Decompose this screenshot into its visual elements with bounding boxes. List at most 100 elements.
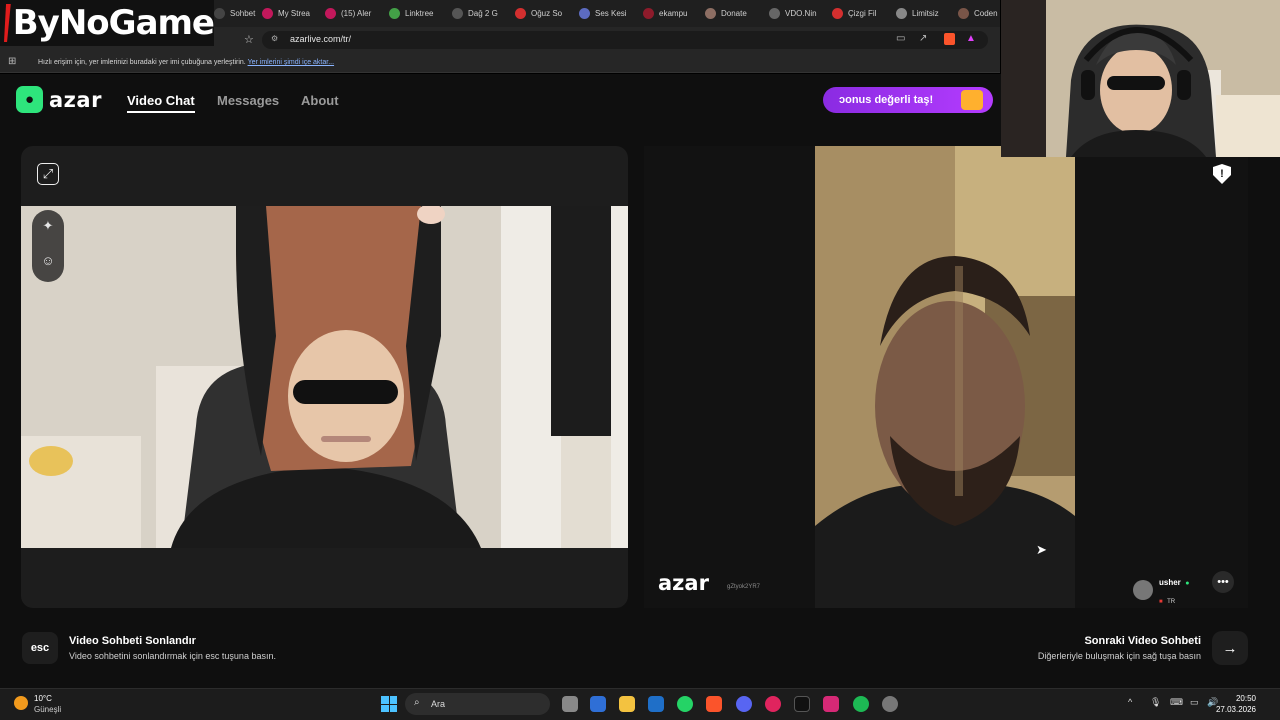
sticker-icon[interactable]: ☺ [36,248,60,272]
peer-video [815,146,1075,608]
chevron-up-icon[interactable]: ^ [1128,697,1132,707]
browser-tab[interactable]: Donate [705,4,763,23]
browser-tab[interactable]: VDO.Nin [769,4,827,23]
brave-rewards-icon[interactable]: ▲ [966,33,976,44]
self-video [21,206,628,548]
esc-key-button[interactable]: esc [22,632,58,664]
taskbar-search[interactable] [405,693,550,715]
streamer-webcam [1001,0,1280,157]
weather-temperature[interactable]: 10°C [34,694,52,703]
clock-date[interactable]: 27.03.2026 [1216,705,1256,714]
browser-tab[interactable]: Oğuz So [515,4,573,23]
app-icon-red[interactable] [765,696,781,712]
apps-grid-icon[interactable]: ⊞ [8,56,16,67]
browser-tab-label: My Strea [278,9,311,18]
azar-logo[interactable]: ● azar [16,86,102,113]
browser-tab[interactable]: Ses Kesi [579,4,637,23]
obs-icon[interactable] [882,696,898,712]
url-text: azarlive.com/tr/ [290,34,352,44]
voice-icon [579,8,590,19]
browser-tab-label: Codena [974,9,998,18]
peer-code: gZtyok2YR7 [727,584,761,590]
task-view-icon[interactable] [562,696,578,712]
instagram-icon[interactable] [823,696,839,712]
promo-text: ɔonus değerli taş! [839,94,934,106]
tab-icon [214,8,225,19]
browser-tab-label: VDO.Nin [785,9,817,18]
nav-active-underline [127,111,195,113]
logo-mark-icon [4,4,11,42]
microphone-icon[interactable]: 🎙 [1150,697,1161,708]
linktree-icon [389,8,400,19]
browser-tab-label: Donate [721,9,747,18]
browser-tab-label: ekampu [659,9,688,18]
kampus-icon [643,8,654,19]
browser-tab-label: Sohbet [230,9,256,18]
search-icon: ⌕ [414,697,420,708]
tiktok-icon[interactable] [794,696,810,712]
brave-shield-icon[interactable] [944,33,955,45]
end-chat-description: Video sohbetini sonlandırmak için esc tu… [69,651,276,661]
peer-profile-card[interactable]: usher ● ■ TR [1133,572,1189,608]
weather-sun-icon[interactable] [14,696,28,710]
browser-tab[interactable]: (15) Aler [325,4,383,23]
browser-tab[interactable]: Limitsiz [896,4,954,23]
mouse-cursor-icon: ➤ [1036,542,1047,557]
channel-logo: ByNoGame [0,0,215,46]
vdo-icon [769,8,780,19]
avatar [1133,580,1153,600]
turkey-flag-icon: ■ [1159,599,1163,605]
webcam-frame [1001,0,1280,157]
spotify-icon[interactable] [853,696,869,712]
browser-tab-label: Oğuz So [531,9,563,18]
site-settings-icon[interactable]: ⚙ [271,34,278,43]
url-field[interactable] [262,31,988,49]
display-icon[interactable]: ▭ [1190,697,1199,708]
store-icon[interactable] [590,696,606,712]
search-label: Ara [431,699,446,709]
nav-video-chat[interactable]: Video Chat [127,93,195,108]
magic-wand-icon[interactable]: ✦ [36,214,60,238]
alert-icon [325,8,336,19]
weather-description[interactable]: Güneşli [34,705,61,714]
gift-box-icon [961,90,983,110]
peer-info: usher ● ■ TR [1159,572,1189,608]
game-icon [452,8,463,19]
browser-tab[interactable]: Çizgi Fil [832,4,890,23]
brave-browser-icon[interactable] [706,696,722,712]
peer-video-frame [815,146,1075,608]
browser-tab[interactable]: ekampu [643,4,701,23]
clock-time[interactable]: 20:50 [1236,694,1256,703]
browser-tab-label: Dağ 2 G [468,9,498,18]
expand-icon[interactable]: ⤢ [37,163,59,185]
peer-country: TR [1167,599,1176,605]
limitless-icon [896,8,907,19]
browser-tab[interactable]: My Strea [262,4,320,23]
import-bookmarks-link[interactable]: Yer imlerini şimdi içe aktar... [248,59,335,66]
browser-tab-label: Limitsiz [912,9,939,18]
azar-logo-text: azar [49,87,102,112]
share-icon[interactable]: ↗ [919,33,927,44]
keyboard-icon[interactable]: ⌨ [1170,697,1183,708]
bookmark-star-icon[interactable]: ☆ [244,33,254,46]
next-arrow-button[interactable]: → [1212,631,1248,665]
promo-banner[interactable]: ɔonus değerli taş! [823,87,993,113]
browser-tab[interactable]: Codena [958,4,998,23]
file-explorer-icon[interactable] [619,696,635,712]
verified-badge-icon: ● [1185,580,1190,587]
nav-messages[interactable]: Messages [217,93,279,108]
chat-bubble-icon[interactable]: ••• [1212,571,1234,593]
whatsapp-icon[interactable] [677,696,693,712]
nav-about[interactable]: About [301,93,339,108]
cast-icon[interactable]: ▭ [896,33,905,44]
windows-taskbar [0,688,1280,720]
discord-icon[interactable] [736,696,752,712]
outlook-icon[interactable] [648,696,664,712]
browser-tab[interactable]: Dağ 2 G [452,4,510,23]
azar-watermark: azar [658,571,709,595]
browser-tab-label: Ses Kesi [595,9,627,18]
windows-start-icon[interactable] [381,696,397,712]
browser-tab[interactable]: Linktree [389,4,447,23]
cartoon-icon [832,8,843,19]
bookmarks-bar-hint: Hızlı erişim için, yer imlerinizi burada… [38,59,335,66]
